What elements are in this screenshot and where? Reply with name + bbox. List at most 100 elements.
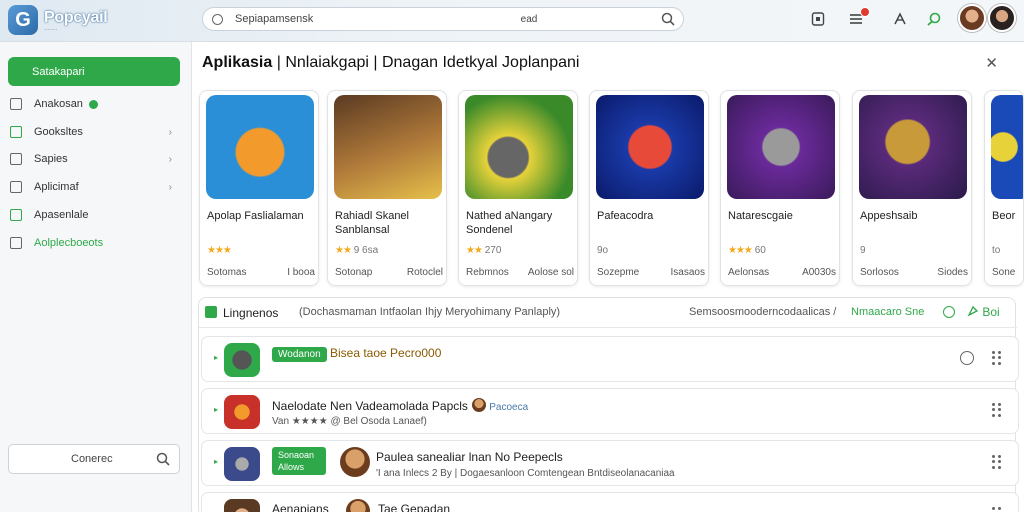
row-app-icon xyxy=(224,447,260,481)
app-card-image xyxy=(206,95,314,199)
search-status-icon xyxy=(212,13,223,25)
row-title: Naelodate Nen Vadeamolada Papcls Pacoeca xyxy=(272,398,529,413)
app-card[interactable]: Nathed aNangary Sondenel ★★ 270 Rebmnos A… xyxy=(458,90,578,286)
row-pill: Sonaoan Allows xyxy=(272,447,326,475)
chevron-right-icon: › xyxy=(168,153,172,165)
sidebar-item-4[interactable]: Aplicimaf › xyxy=(8,177,180,197)
app-card-name: Rahiadl Skanel Sanblansal xyxy=(335,210,409,236)
list-icon xyxy=(10,237,22,249)
drag-handle-icon[interactable] xyxy=(992,351,1002,365)
search-query[interactable]: Sepiapamsensk xyxy=(235,13,405,25)
row-pill: Wodanon xyxy=(272,347,327,362)
close-icon[interactable]: ✕ xyxy=(985,54,998,72)
row-app-icon xyxy=(224,395,260,429)
primary-action-button[interactable]: Satakapari xyxy=(8,57,180,86)
sidebar-item-2[interactable]: Gooksltes › xyxy=(8,122,180,142)
app-card-image xyxy=(991,95,1023,199)
page-icon xyxy=(10,153,22,165)
sidebar-item-label: Aolplecboeots xyxy=(34,237,104,249)
panel-right-text: Semsoosmooderncodaalicas / xyxy=(689,306,837,318)
sidebar-item-1[interactable]: Anakosan xyxy=(8,94,180,114)
list-icon[interactable] xyxy=(846,7,870,29)
list-row[interactable]: ▸ Naelodate Nen Vadeamolada Papcls Pacoe… xyxy=(201,388,1019,434)
row-title-secondary: Tae Gepadan xyxy=(378,502,451,512)
app-name: Popcyail xyxy=(44,8,108,26)
drag-handle-icon[interactable] xyxy=(992,403,1002,417)
app-card[interactable]: Apolap Faslialaman ★★★ Sotomas I booa xyxy=(199,90,319,286)
main-content: Aplikasia | Nnlaiakgapi | Dnagan Idetkya… xyxy=(192,42,1024,512)
app-card-name: Beor xyxy=(992,210,1016,222)
app-card-rating: to xyxy=(992,245,1001,256)
app-card-name: Apolap Faslialaman xyxy=(207,210,304,222)
app-card-name: Natarescgaie xyxy=(728,210,793,222)
check-icon xyxy=(10,126,22,138)
list-row[interactable]: ▸ Wodanon Bisea taoe Pecro000 xyxy=(201,336,1019,382)
app-card-name: Nathed aNangary Sondenel xyxy=(466,210,553,236)
list-panel: Lingnenos (Dochasmaman Intfaolan Ihjy Me… xyxy=(198,297,1019,512)
star-rating-icon: ★★ xyxy=(466,245,483,256)
expand-caret-icon[interactable]: ▸ xyxy=(214,457,218,466)
app-card-image xyxy=(859,95,967,199)
share-icon[interactable] xyxy=(890,9,910,29)
section-title-bold: Aplikasia xyxy=(202,54,273,71)
app-card-rating: ★★ 270 xyxy=(466,245,502,256)
panel-link[interactable]: Nmaacaro Sne xyxy=(851,306,924,318)
find-icon[interactable] xyxy=(924,9,944,29)
row-title: Wodanon Bisea taoe Pecro000 xyxy=(272,346,441,362)
app-card[interactable]: Rahiadl Skanel Sanblansal ★★ 9 6sa Soton… xyxy=(327,90,447,286)
circle-icon[interactable] xyxy=(943,306,955,318)
sidebar-item-3[interactable]: Sapies › xyxy=(8,149,180,169)
logo-mark-icon: G xyxy=(8,5,38,35)
section-title-rest: | Nnlaiakgapi | Dnagan Idetkyal Joplanpa… xyxy=(276,54,580,71)
app-card-rating: ★★ 9 6sa xyxy=(335,245,379,256)
app-card[interactable]: Appeshsaib 9 Sorlosos Siodes xyxy=(852,90,972,286)
app-card-image xyxy=(596,95,704,199)
app-card-rating: ★★★ xyxy=(207,245,232,256)
row-title: Paulea sanealiar lnan No Peepecls xyxy=(376,450,563,464)
sidebar-item-label: Apasenlale xyxy=(34,209,89,221)
clipboard-icon[interactable] xyxy=(808,9,828,29)
drag-handle-icon[interactable] xyxy=(992,455,1002,469)
panel-action-button[interactable]: Boi xyxy=(967,305,1000,319)
app-card-footer: Sotonap Rotoclel xyxy=(335,267,443,278)
sidebar-item-label: Gooksltes xyxy=(34,126,83,138)
app-card[interactable]: Natarescgaie ★★★ 60 Aelonsas A0030s xyxy=(720,90,840,286)
drag-handle-icon[interactable] xyxy=(992,507,1002,512)
expand-caret-icon[interactable]: ▸ xyxy=(214,405,218,414)
list-row[interactable]: Aenapians Tae Gepadan xyxy=(201,492,1019,512)
row-avatar-secondary xyxy=(346,499,370,512)
list-row[interactable]: ▸ Sonaoan Allows Paulea sanealiar lnan N… xyxy=(201,440,1019,486)
top-bar: G Popcyail ........ Sepiapamsensk ead xyxy=(0,0,1024,42)
app-card-name: Pafeacodra xyxy=(597,210,654,222)
app-card-name: Appeshsaib xyxy=(860,210,918,222)
row-avatar xyxy=(224,499,260,512)
sidebar-item-5[interactable]: Apasenlale xyxy=(8,205,180,225)
sidebar-item-6[interactable]: Aolplecboeots xyxy=(8,233,180,253)
star-rating-icon: ★★ xyxy=(335,245,352,256)
row-subtitle: 'I ana Inlecs 2 By | Dogaesanloon Comten… xyxy=(376,468,675,479)
sidebar-item-label: Anakosan xyxy=(34,98,83,110)
user-avatar[interactable] xyxy=(958,4,986,32)
app-card-footer: Aelonsas A0030s xyxy=(728,267,836,278)
app-card-partial[interactable]: Beor to Sone xyxy=(984,90,1024,286)
sidebar-search-input[interactable]: Conerec xyxy=(8,444,180,474)
app-card-footer: Sone xyxy=(992,267,1016,278)
row-app-icon xyxy=(224,343,260,377)
second-user-avatar[interactable] xyxy=(988,4,1016,32)
row-title: Aenapians xyxy=(272,502,329,512)
info-circle-icon[interactable] xyxy=(960,351,974,365)
app-logo[interactable]: G Popcyail ........ xyxy=(8,5,138,35)
sidebar-item-label: Sapies xyxy=(34,153,68,165)
search-bar[interactable]: Sepiapamsensk ead xyxy=(202,7,684,31)
panel-title: Lingnenos xyxy=(223,306,279,320)
app-card[interactable]: Pafeacodra 9o Sozepme Isasaos xyxy=(589,90,709,286)
row-avatar xyxy=(340,447,370,477)
search-icon[interactable] xyxy=(156,452,170,471)
search-icon[interactable] xyxy=(661,12,675,31)
search-hint: ead xyxy=(520,13,538,25)
sidebar-item-label: Aplicimaf xyxy=(34,181,79,193)
sidebar: Satakapari Anakosan Gooksltes › Sapies ›… xyxy=(0,42,192,512)
expand-caret-icon[interactable]: ▸ xyxy=(214,353,218,362)
sidebar-search-label: Conerec xyxy=(71,453,113,465)
mini-avatar xyxy=(471,398,486,412)
